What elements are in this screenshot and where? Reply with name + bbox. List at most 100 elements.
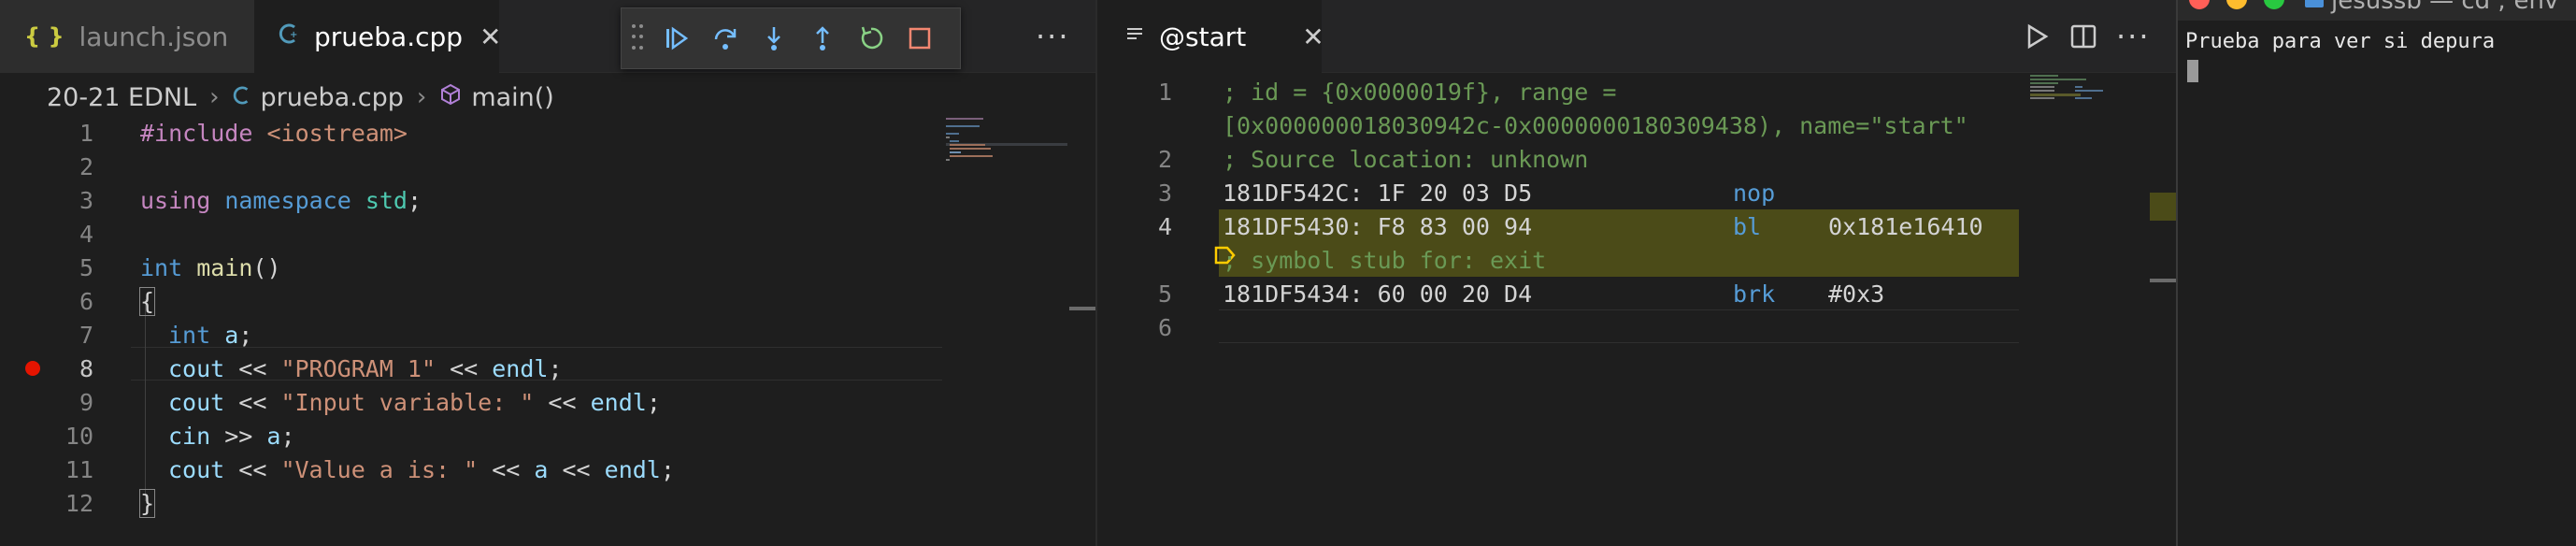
tab-disassembly[interactable]: @start ✕ [1097,0,1324,73]
minimap[interactable] [2028,73,2150,110]
disasm-comment: ; Source location: unknown [1223,145,1589,173]
token: int [140,253,183,281]
token: a [210,321,239,349]
tab-label: launch.json [79,21,229,52]
terminal-window[interactable]: jesussb — cd ; env Prueba para ver si de… [2178,0,2576,546]
terminal-cursor [2187,60,2198,82]
disasm-comment: ; symbol stub for: exit [1223,246,1547,274]
restart-icon[interactable] [855,22,887,54]
line-number: 2 [1157,145,1172,173]
token: cout [168,354,225,382]
disassembly-view[interactable]: 1 ; id = {0x0000019f}, range = [0x000000… [1097,73,2176,546]
disasm-opcode: brk [1733,280,1776,308]
run-icon[interactable] [2023,22,2051,54]
line-number: 10 [64,422,93,450]
line-number: 4 [1157,212,1172,240]
left-tab-bar: { } launch.json + prueba.cpp ✕ ··· [0,0,1095,73]
line-number: 2 [79,152,93,180]
more-actions-button[interactable]: ··· [2116,19,2151,54]
token: endl [590,388,647,416]
token: int [168,321,211,349]
token: << [436,354,493,382]
json-file-icon: { } [24,23,64,50]
tab-label: @start [1159,21,1247,52]
disassembly-editor-group: @start ✕ ··· 1 ; id = {0x0000019f}, rang… [1097,0,2176,546]
token: main [182,253,253,281]
line-number: 6 [79,287,93,315]
overview-ruler-highlight [2150,193,2176,221]
tab-label: prueba.cpp [314,21,464,52]
token: a [266,422,281,450]
continue-icon[interactable] [661,22,693,54]
disasm-comment: [0x000000018030942c-0x0000000180309438),… [1223,111,1968,139]
debug-toolbar [621,7,961,69]
line-number: 3 [1157,179,1172,207]
folder-icon [2305,0,2324,7]
more-actions-button[interactable]: ··· [1036,19,1070,54]
token: a [534,455,549,483]
token: "Input variable: " [280,388,535,416]
chevron-right-icon: › [209,83,220,111]
line-number: 5 [79,253,93,281]
close-icon[interactable]: ✕ [1302,22,1324,52]
step-out-icon[interactable] [807,22,838,54]
stop-icon[interactable] [904,22,936,54]
line-number: 12 [64,489,93,517]
close-window-button[interactable] [2189,0,2210,9]
disasm-address: 181DF542C: 1F 20 03 D5 [1223,179,1533,207]
token: << [478,455,535,483]
token: << [548,455,605,483]
token: "PROGRAM 1" [280,354,436,382]
token: << [224,388,281,416]
bracket-match: { [140,287,155,315]
token: ; [660,455,675,483]
close-icon[interactable]: ✕ [479,22,501,52]
step-into-icon[interactable] [758,22,790,54]
method-cube-icon [439,83,462,112]
token: << [534,388,591,416]
minimap[interactable] [946,116,1067,172]
token: <iostream> [252,119,408,147]
left-editor-group: { } launch.json + prueba.cpp ✕ ··· 20-21… [0,0,1095,546]
split-editor-icon[interactable] [2069,22,2097,54]
code-editor[interactable]: 1 #include <iostream> 2 3 using namespac… [0,116,1095,546]
token: () [252,253,281,281]
line-number: 3 [79,186,93,214]
drag-handle-icon[interactable] [631,24,644,52]
token: << [224,354,281,382]
disassembly-icon [1125,23,1144,50]
step-over-icon[interactable] [709,22,741,54]
breadcrumb-symbol[interactable]: main() [471,83,554,112]
line-number: 6 [1157,313,1172,341]
breadcrumb-file[interactable]: prueba.cpp [261,83,404,112]
line-number: 5 [1157,280,1172,308]
token: endl [604,455,661,483]
tab-prueba-cpp[interactable]: + prueba.cpp ✕ [254,0,502,73]
breadcrumb-folder[interactable]: 20-21 EDNL [47,83,196,112]
token: ; [280,422,295,450]
disasm-address: 181DF5434: 60 00 20 D4 [1223,280,1533,308]
indent-guide [145,299,146,501]
line-number: 4 [79,220,93,248]
scrollbar-thumb[interactable] [1069,307,1095,310]
token: cout [168,455,225,483]
minimize-window-button[interactable] [2226,0,2247,9]
line-number: 7 [79,321,93,349]
token: cout [168,388,225,416]
token: endl [492,354,549,382]
token: ; [408,186,422,214]
bracket-match: } [140,489,155,517]
line-number: 9 [79,388,93,416]
disasm-operand: #0x3 [1828,280,1885,308]
token: cin [168,422,211,450]
tab-launch-json[interactable]: { } launch.json [0,0,254,73]
zoom-window-button[interactable] [2264,0,2284,9]
token: ; [646,388,661,416]
token: namespace [210,186,351,214]
token: ; [548,354,563,382]
token: ; [238,321,253,349]
token: << [224,455,281,483]
chevron-right-icon: › [416,83,427,111]
disasm-opcode: nop [1733,179,1776,207]
scrollbar-thumb[interactable] [2150,279,2176,282]
